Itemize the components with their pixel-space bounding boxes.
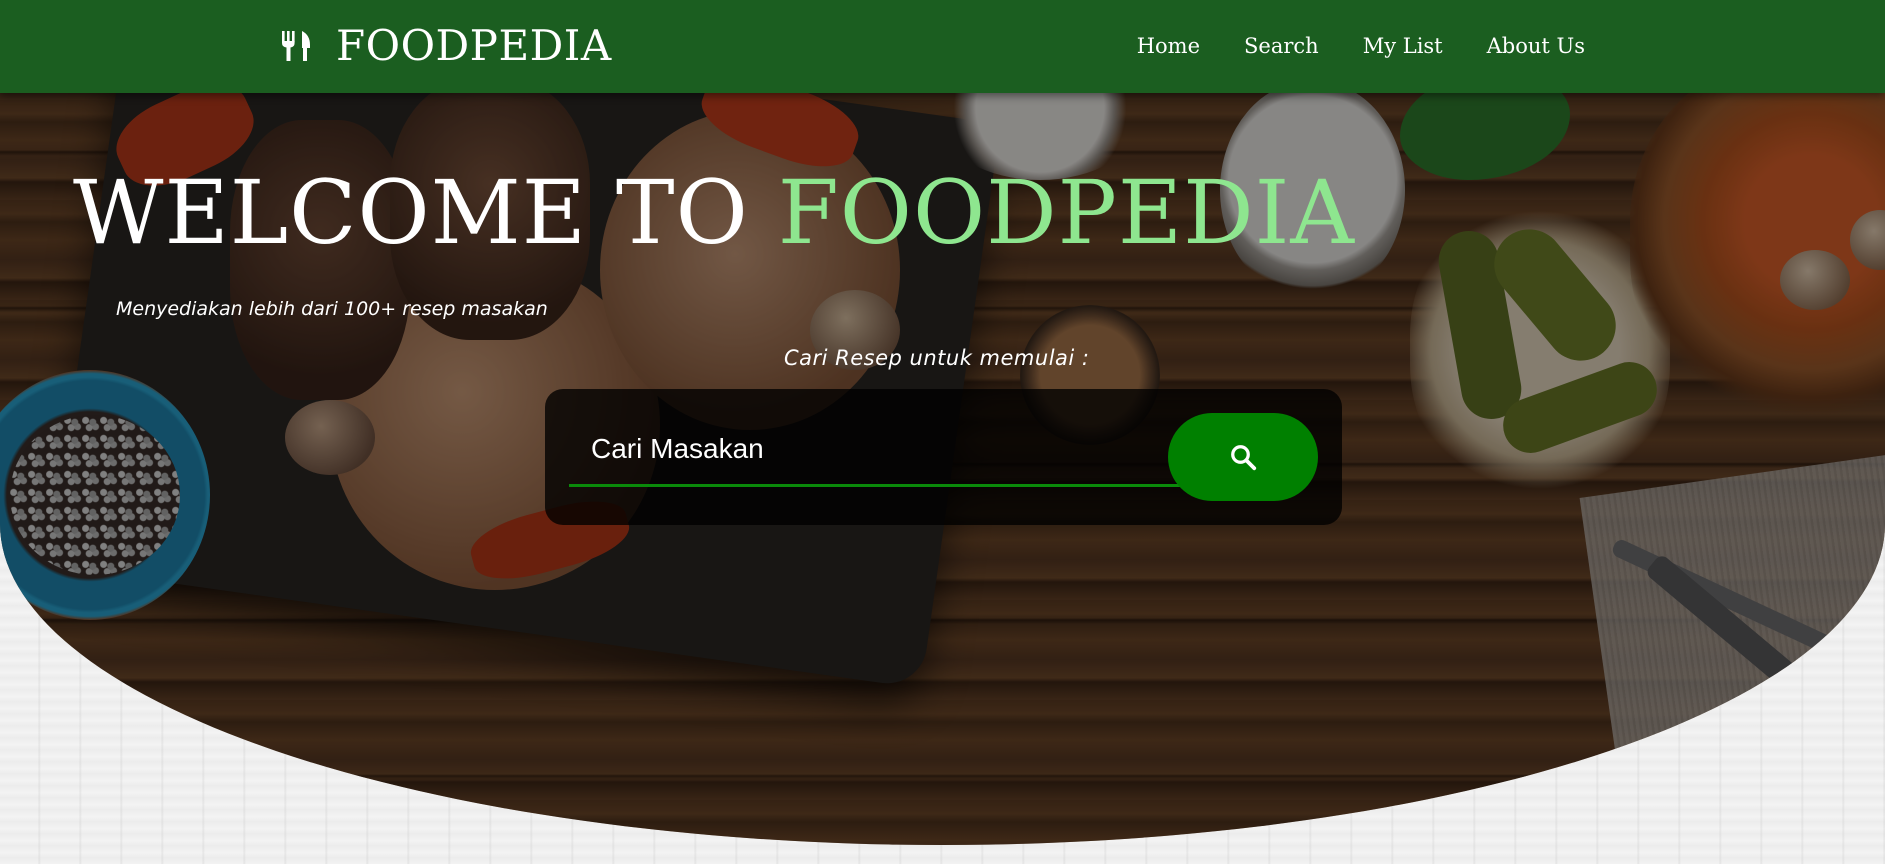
search-input[interactable] [569,413,1213,484]
nav-links: Home Search My List About Us [1137,28,1585,64]
nav-link-about-us[interactable]: About Us [1487,28,1585,64]
nav-link-search[interactable]: Search [1244,28,1319,64]
nav-link-home[interactable]: Home [1137,28,1200,64]
search-panel [545,389,1342,525]
brand-name: FOODPEDIA [336,21,612,70]
search-button[interactable] [1168,413,1318,501]
search-icon [1231,445,1257,471]
navbar: FOODPEDIA Home Search My List About Us [0,0,1885,93]
search-caption: Cari Resep untuk memulai : [784,346,1090,370]
hero-section: WELCOME TO FOODPEDIA Menyediakan lebih d… [0,0,1885,845]
hero-title-prefix: WELCOME TO [73,161,749,264]
hero-subtitle: Menyediakan lebih dari 100+ resep masaka… [116,298,548,320]
brand-link[interactable]: FOODPEDIA [280,18,612,74]
hero-title-accent: FOODPEDIA [777,161,1355,264]
search-field [569,413,1213,487]
utensils-icon [282,31,310,61]
hero-title: WELCOME TO FOODPEDIA [73,158,1355,268]
nav-link-my-list[interactable]: My List [1363,28,1443,64]
